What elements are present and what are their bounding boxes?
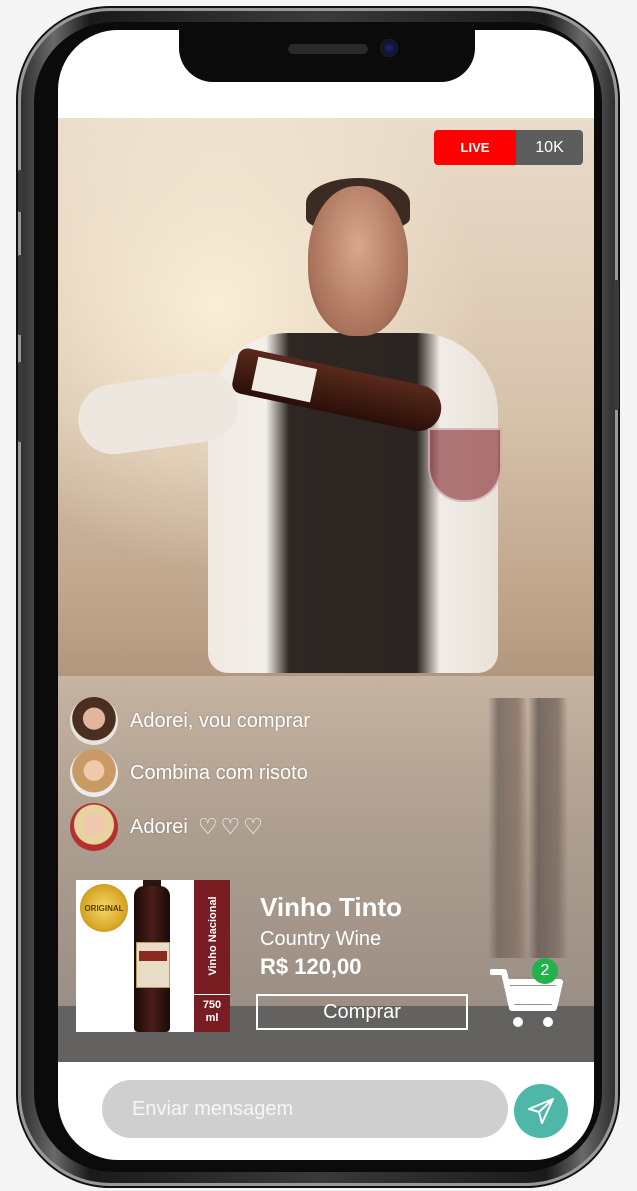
comment-text: Adorei, vou comprar (130, 709, 311, 732)
avatar (70, 697, 118, 745)
avatar (70, 749, 118, 797)
send-button[interactable] (514, 1084, 568, 1138)
phone-screen: LIVE 10K Adorei, vou comprar Combina com… (58, 30, 594, 1160)
volume-down-button (18, 362, 23, 442)
viewer-count: 10K (516, 130, 583, 165)
comment-text: Adorei (130, 815, 188, 838)
volume-value: 750 (202, 999, 222, 1011)
volume-unit: ml (205, 1012, 219, 1024)
live-badge: LIVE 10K (434, 130, 583, 165)
front-camera (380, 39, 398, 57)
bottle-label (136, 942, 170, 988)
volume-label: 750 ml (194, 994, 230, 1032)
product-side-label: Vinho Nacional 750 ml (194, 880, 230, 1032)
side-label-text: Vinho Nacional (207, 896, 219, 976)
comment-item: Adorei, vou comprar (70, 696, 310, 746)
buy-button[interactable]: Comprar (256, 994, 468, 1030)
live-label: LIVE (434, 130, 516, 165)
side-button (18, 170, 23, 212)
original-seal-icon: ORIGINAL (80, 884, 128, 932)
notch (179, 30, 475, 82)
product-image[interactable]: ORIGINAL Vinho Nacional 750 ml (76, 880, 230, 1032)
avatar (70, 803, 118, 851)
send-icon (528, 1098, 554, 1124)
speaker (288, 44, 368, 54)
product-subtitle: Country Wine (260, 928, 382, 950)
product-title: Vinho Tinto (260, 892, 403, 922)
power-button (614, 280, 619, 410)
product-price: R$ 120,00 (260, 954, 362, 979)
comment-item: Adorei ♡♡♡ (70, 802, 266, 852)
volume-up-button (18, 255, 23, 335)
video-glass (428, 428, 502, 502)
cart-count-badge: 2 (532, 958, 558, 984)
comment-item: Combina com risoto (70, 748, 308, 798)
heart-icons: ♡♡♡ (197, 814, 266, 839)
message-input[interactable] (102, 1080, 508, 1138)
video-head (308, 186, 408, 336)
comment-text: Combina com risoto (130, 761, 308, 784)
